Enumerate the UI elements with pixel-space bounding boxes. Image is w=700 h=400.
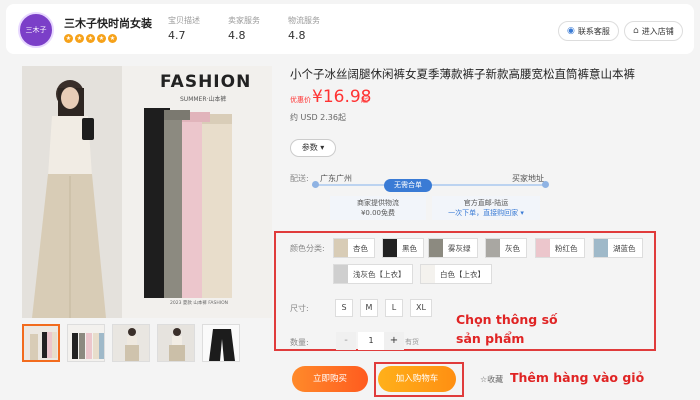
annotation-choose-specs: Chọn thông số [456,312,558,327]
size-option-s[interactable]: S [335,299,353,317]
shipping-label: 配送: [290,174,309,183]
metric-label: 宝贝描述 [168,16,200,25]
shipping-option-detail: 一次下单，直接购回家 ▾ [448,209,524,217]
shop-icon: ⌂ [633,26,639,36]
shipping-option-title: 官方直邮-陆运 [463,199,509,207]
metric-logistics: 物流服务 4.8 [288,15,320,42]
shop-header: 三木子 三木子快时尚女装 ★ ★ ★ ★ ★ 宝贝描述 4.7 卖家服务 4.8… [6,4,694,54]
color-option-label: 雾灰绿 [448,243,471,253]
color-option-label: 杏色 [353,243,368,253]
thumbnail[interactable] [157,324,195,362]
swatch-thumb [486,239,500,257]
size-option-l[interactable]: L [385,299,403,317]
buy-now-button[interactable]: 立即购买 [292,366,368,392]
shipping-option-official[interactable]: 官方直邮-陆运 一次下单，直接购回家 ▾ [432,196,540,220]
thumbnail-image [24,326,58,360]
thumbnail-strip [22,324,240,362]
shop-logo-text: 三木子 [25,26,47,34]
thumbnail[interactable] [112,324,150,362]
star-icon: ★ [75,34,84,43]
metric-value: 4.8 [228,29,246,42]
thumbnail[interactable] [202,324,240,362]
product-photo [22,66,272,318]
no-merge-badge: 无需合单 [384,179,432,192]
route-end-dot [542,181,549,188]
metric-label: 卖家服务 [228,16,260,25]
favorite-button[interactable]: ☆收藏 [480,374,503,385]
color-option[interactable]: 白色【上衣】 [420,264,492,284]
swatch-thumb [334,265,348,283]
quantity-increment-button[interactable]: + [384,332,404,350]
size-option-m[interactable]: M [360,299,378,317]
metric-value: 4.7 [168,29,186,42]
swatch-thumb [421,265,435,283]
size-label: 尺寸: [290,304,309,313]
thumbnail-image [203,325,239,361]
swatch-thumb [594,239,608,257]
add-to-cart-button[interactable]: 加入购物车 [378,366,456,392]
fashion-heading: FASHION [160,72,252,92]
quantity-label: 数量: [290,338,309,347]
annotation-choose-specs-line2: sản phẩm [456,331,525,346]
color-option[interactable]: 湖蓝色 [593,238,643,258]
swatch-thumb [334,239,348,257]
main-product-image[interactable]: FASHION SUMMER·山本裤 2023 夏款 山本裤 FASHION [22,66,272,318]
star-icon: ★ [86,34,95,43]
color-option-label: 黑色 [402,243,417,253]
chat-icon: ◉ [567,26,575,36]
shop-name[interactable]: 三木子快时尚女装 [64,15,152,31]
quantity-input[interactable]: 1 [358,332,384,350]
ship-from: 广东广州 [320,174,352,183]
annotation-add-to-cart: Thêm hàng vào giỏ [510,370,645,385]
star-icon: ★ [64,34,73,43]
color-option[interactable]: 杏色 [333,238,375,258]
enter-shop-label: 进入店铺 [641,26,674,36]
color-option[interactable]: 粉红色 [535,238,585,258]
metric-description: 宝贝描述 4.7 [168,15,200,42]
params-dropdown[interactable]: 参数 ▾ [290,139,336,157]
shop-logo[interactable]: 三木子 [18,12,54,48]
thumbnail-image [113,325,149,361]
shipping-option-detail: ¥0.00免费 [360,209,396,217]
usd-price: 约 USD 2.36起 [290,113,346,122]
color-option-label: 浅灰色【上衣】 [353,269,406,279]
shipping-option-title: 商家提供物流 [357,199,399,207]
color-option[interactable]: 雾灰绿 [428,238,478,258]
metric-label: 物流服务 [288,16,320,25]
color-option-label: 粉红色 [555,243,578,253]
swatch-thumb [536,239,550,257]
star-icon: ★ [108,34,117,43]
color-option-label: 灰色 [505,243,520,253]
stock-status: 有货 [405,338,419,346]
size-option-xl[interactable]: XL [410,299,432,317]
thumbnail-image [68,325,104,361]
thumbnail-image [158,325,194,361]
quantity-decrement-button[interactable]: - [336,332,356,350]
shop-rating: ★ ★ ★ ★ ★ [64,34,117,43]
product-title: 小个子冰丝阔腿休闲裤女夏季薄款裤子新款高腰宽松直筒裤意山本裤 [290,67,635,81]
contact-service-label: 联系客服 [577,26,610,36]
fashion-subtitle: SUMMER·山本裤 [180,96,227,103]
metric-seller-service: 卖家服务 4.8 [228,15,260,42]
color-option-label: 湖蓝色 [613,243,636,253]
shipping-option-merchant[interactable]: 商家提供物流 ¥0.00免费 [330,196,426,220]
color-option-label: 白色【上衣】 [440,269,485,279]
fashion-footer: 2023 夏款 山本裤 FASHION [170,301,228,306]
color-option[interactable]: 浅灰色【上衣】 [333,264,413,284]
color-label: 颜色分类: [290,244,325,253]
price-suffix: 起 [361,96,368,104]
enter-shop-button[interactable]: ⌂ 进入店铺 [624,21,683,41]
color-option[interactable]: 灰色 [485,238,527,258]
route-start-dot [312,181,319,188]
metric-value: 4.8 [288,29,306,42]
price-label: 优惠价 [290,96,311,104]
star-icon: ★ [97,34,106,43]
thumbnail[interactable] [67,324,105,362]
thumbnail[interactable] [22,324,60,362]
ship-to[interactable]: 买家地址 [512,173,544,184]
swatch-thumb [429,239,443,257]
swatch-thumb [383,239,397,257]
contact-service-button[interactable]: ◉ 联系客服 [558,21,619,41]
color-option[interactable]: 黑色 [382,238,424,258]
